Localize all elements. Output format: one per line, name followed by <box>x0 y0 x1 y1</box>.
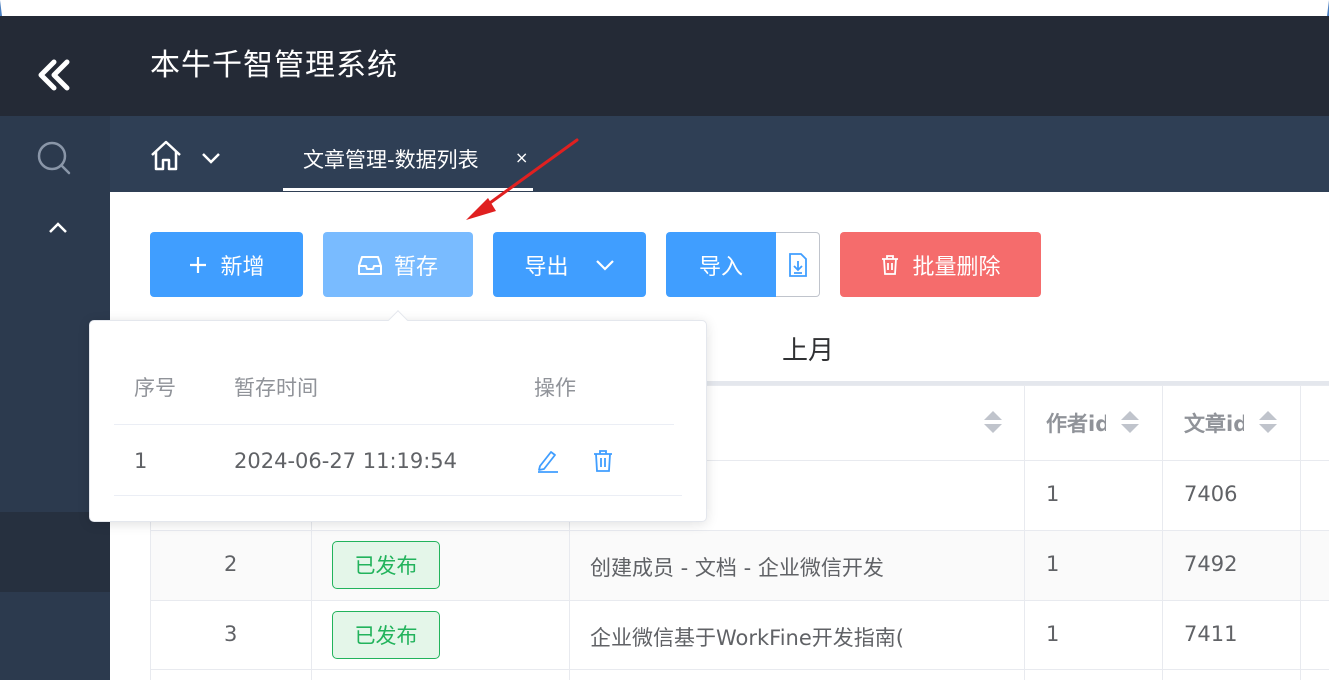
download-icon <box>788 252 807 277</box>
popover-divider <box>114 495 682 496</box>
column-header-author-id[interactable]: 作者id <box>1046 408 1106 438</box>
tab-label: 文章管理-数据列表 <box>303 148 479 172</box>
draft-list-popover <box>89 320 707 522</box>
plus-icon <box>190 256 207 273</box>
export-button-label: 导出 <box>524 254 569 280</box>
chevron-up-icon[interactable] <box>48 220 68 239</box>
draft-row-seq: 1 <box>134 449 148 473</box>
sort-icon[interactable] <box>1257 411 1277 433</box>
home-icon[interactable] <box>148 138 184 178</box>
table-cell-author-id: 1 <box>1046 482 1060 506</box>
edit-draft-icon[interactable] <box>536 448 560 478</box>
table-cell-article-id: 7411 <box>1184 622 1238 646</box>
status-badge: 已发布 <box>332 611 440 659</box>
popover-header-time: 暂存时间 <box>234 376 318 400</box>
draft-row-time: 2024-06-27 11:19:54 <box>234 449 458 473</box>
collapse-sidebar-icon[interactable] <box>36 58 72 101</box>
top-header: 本牛千智管理系统 <box>0 16 1329 116</box>
table-cell-article-id: 7406 <box>1184 482 1238 506</box>
batch-delete-button[interactable]: 批量删除 <box>840 232 1041 297</box>
popover-divider <box>114 424 674 425</box>
table-cell-seq: 2 <box>224 552 238 576</box>
table-cell-author-id: 1 <box>1046 552 1060 576</box>
add-button-label: 新增 <box>220 254 265 280</box>
export-button[interactable]: 导出 <box>493 232 646 297</box>
table-cell-title[interactable]: 企业微信基于WorkFine开发指南( <box>590 622 1020 652</box>
popover-header-seq: 序号 <box>134 376 176 400</box>
status-badge: 已发布 <box>332 541 440 589</box>
sort-icon[interactable] <box>1119 411 1139 433</box>
add-button[interactable]: 新增 <box>150 232 303 297</box>
table-cell-seq: 3 <box>224 622 238 646</box>
table-cell-article-id: 7492 <box>1184 552 1238 576</box>
delete-draft-icon[interactable] <box>592 449 614 477</box>
popover-header-action: 操作 <box>534 376 576 400</box>
period-tab-last-month[interactable]: 上月 <box>782 330 834 367</box>
column-header-article-id[interactable]: 文章id <box>1184 408 1244 438</box>
sidebar-selected-item[interactable] <box>0 512 110 592</box>
sort-icon[interactable] <box>982 411 1002 433</box>
chevron-down-icon[interactable] <box>201 150 221 169</box>
trash-icon <box>882 254 899 275</box>
app-title: 本牛千智管理系统 <box>150 48 398 83</box>
draft-save-label: 暂存 <box>393 254 438 280</box>
batch-delete-label: 批量删除 <box>912 254 1001 280</box>
import-button[interactable]: 导入 <box>666 232 776 297</box>
import-template-download-button[interactable] <box>776 232 820 297</box>
chevron-down-icon <box>595 259 614 271</box>
import-button-label: 导入 <box>698 254 743 280</box>
draft-save-button[interactable]: 暂存 <box>323 232 473 297</box>
table-cell-author-id: 1 <box>1046 622 1060 646</box>
search-icon[interactable] <box>36 140 72 180</box>
table-cell-title[interactable]: 创建成员 - 文档 - 企业微信开发 <box>590 552 1020 582</box>
annotation-arrow <box>460 135 582 229</box>
inbox-icon <box>357 255 382 275</box>
